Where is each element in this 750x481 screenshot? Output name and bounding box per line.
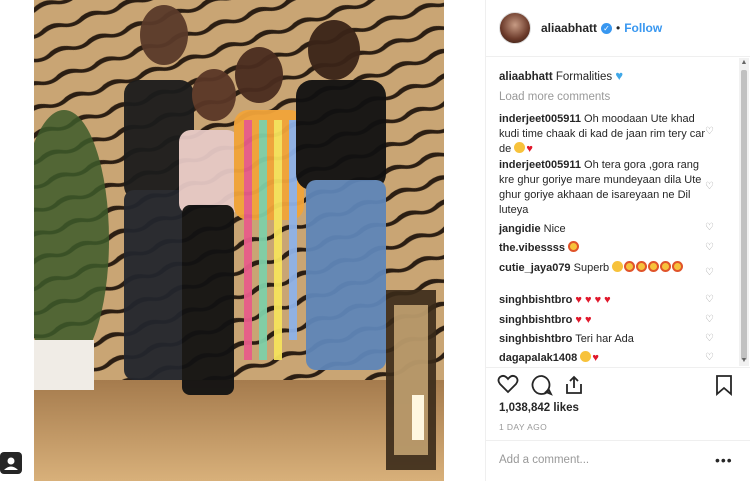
comment-item: inderjeet005911 Oh tera gora ,gora rang … bbox=[499, 158, 711, 218]
load-more-comments[interactable]: Load more comments bbox=[499, 91, 610, 103]
comment-username[interactable]: singhbishtbro bbox=[499, 294, 572, 306]
smile-emoji-icon bbox=[580, 351, 592, 362]
blue-heart-icon: ♥ bbox=[615, 68, 624, 83]
tagged-people-icon[interactable] bbox=[0, 452, 22, 474]
clap-emoji-icon bbox=[514, 142, 526, 153]
heart-eyes-emoji-icon bbox=[636, 261, 648, 272]
follow-button[interactable]: Follow bbox=[624, 21, 662, 35]
likes-count[interactable]: 1,038,842 likes bbox=[499, 402, 579, 414]
post-photo[interactable] bbox=[34, 0, 444, 481]
ok-hand-emoji-icon bbox=[612, 261, 624, 272]
comment-username[interactable]: singhbishtbro bbox=[499, 314, 572, 326]
like-comment-heart-icon[interactable]: ♡ bbox=[705, 334, 715, 344]
comment-item: cutie_jaya079 Superb bbox=[499, 261, 711, 276]
comment-username[interactable]: dagapalak1408 bbox=[499, 352, 577, 364]
comment-text: Nice bbox=[543, 223, 566, 235]
like-comment-heart-icon[interactable]: ♡ bbox=[705, 223, 715, 233]
like-comment-heart-icon[interactable]: ♡ bbox=[705, 268, 715, 278]
comment-box-divider bbox=[485, 440, 750, 441]
photo-illustration bbox=[34, 0, 444, 481]
comment-bubble-icon[interactable] bbox=[531, 374, 553, 396]
comments-scrollbar[interactable]: ▲ ▼ bbox=[739, 58, 749, 366]
like-comment-heart-icon[interactable]: ♡ bbox=[705, 243, 715, 253]
post-timestamp[interactable]: 1 DAY AGO bbox=[499, 422, 547, 432]
comment-username[interactable]: jangidie bbox=[499, 223, 541, 235]
comment-username[interactable]: inderjeet005911 bbox=[499, 159, 581, 171]
scroll-down-arrow-icon[interactable]: ▼ bbox=[739, 356, 749, 366]
like-comment-heart-icon[interactable]: ♡ bbox=[705, 182, 715, 192]
comment-item: inderjeet005911 Oh moodaan Ute khad kudi… bbox=[499, 112, 711, 157]
scroll-thumb[interactable] bbox=[741, 70, 747, 360]
comment-item: dagapalak1408 ♥ bbox=[499, 351, 711, 366]
heart-emoji-icon: ♥ bbox=[592, 352, 599, 364]
add-comment-input[interactable]: Add a comment... bbox=[499, 454, 589, 466]
like-comment-heart-icon[interactable]: ♡ bbox=[705, 295, 715, 305]
caption-username[interactable]: aliaabhatt bbox=[499, 71, 553, 83]
more-options-icon[interactable]: ••• bbox=[715, 452, 733, 468]
comment-username[interactable]: inderjeet005911 bbox=[499, 113, 581, 125]
heart-eyes-emoji-icon bbox=[672, 261, 684, 272]
comment-item: singhbishtbro ♥ ♥ bbox=[499, 313, 711, 328]
share-icon[interactable] bbox=[563, 374, 585, 396]
post-username[interactable]: aliaabhatt bbox=[541, 21, 597, 35]
heart-eyes-emoji-icon bbox=[624, 261, 636, 272]
post-header: aliaabhatt ✓ • Follow bbox=[485, 0, 750, 56]
comment-text: Teri har Ada bbox=[575, 333, 634, 345]
comment-item: the.vibessss bbox=[499, 241, 711, 256]
heart-emoji-icon: ♥ bbox=[526, 143, 533, 155]
red-hearts-emoji-icon: ♥ ♥ ♥ ♥ bbox=[575, 294, 611, 306]
verified-badge-icon: ✓ bbox=[601, 22, 613, 34]
caption-text: Formalities bbox=[555, 71, 613, 83]
comment-username[interactable]: singhbishtbro bbox=[499, 333, 572, 345]
heart-eyes-emoji-icon bbox=[648, 261, 660, 272]
like-comment-heart-icon[interactable]: ♡ bbox=[705, 353, 715, 363]
like-comment-heart-icon[interactable]: ♡ bbox=[705, 127, 715, 137]
comment-text: Superb bbox=[573, 262, 610, 274]
like-heart-icon[interactable] bbox=[497, 374, 519, 394]
scroll-up-arrow-icon[interactable]: ▲ bbox=[739, 58, 749, 68]
comment-item: singhbishtbro Teri har Ada bbox=[499, 332, 711, 347]
comment-username[interactable]: the.vibessss bbox=[499, 242, 565, 254]
caption: aliaabhatt Formalities ♥ bbox=[499, 68, 623, 83]
comment-item: jangidie Nice bbox=[499, 222, 711, 237]
heart-eyes-emoji-icon bbox=[660, 261, 672, 272]
comment-item: singhbishtbro ♥ ♥ ♥ ♥ bbox=[499, 293, 711, 308]
red-hearts-emoji-icon: ♥ ♥ bbox=[575, 314, 592, 326]
header-divider bbox=[485, 56, 750, 57]
heart-eyes-emoji-icon bbox=[568, 241, 580, 252]
avatar[interactable] bbox=[499, 12, 531, 44]
actions-divider bbox=[485, 367, 750, 368]
like-comment-heart-icon[interactable]: ♡ bbox=[705, 315, 715, 325]
comment-username[interactable]: cutie_jaya079 bbox=[499, 262, 571, 274]
separator-dot: • bbox=[616, 21, 621, 35]
bookmark-icon[interactable] bbox=[715, 374, 733, 396]
